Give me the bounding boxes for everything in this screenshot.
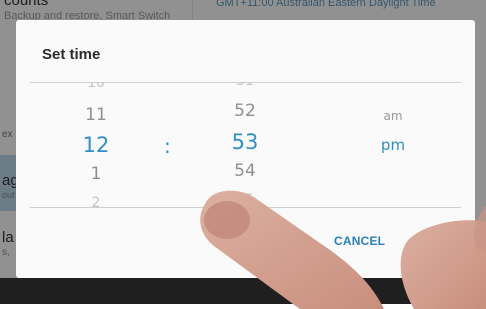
thumb bbox=[400, 206, 486, 309]
finger-overlay bbox=[200, 190, 486, 309]
index-finger bbox=[200, 190, 384, 309]
fingernail bbox=[204, 201, 250, 239]
